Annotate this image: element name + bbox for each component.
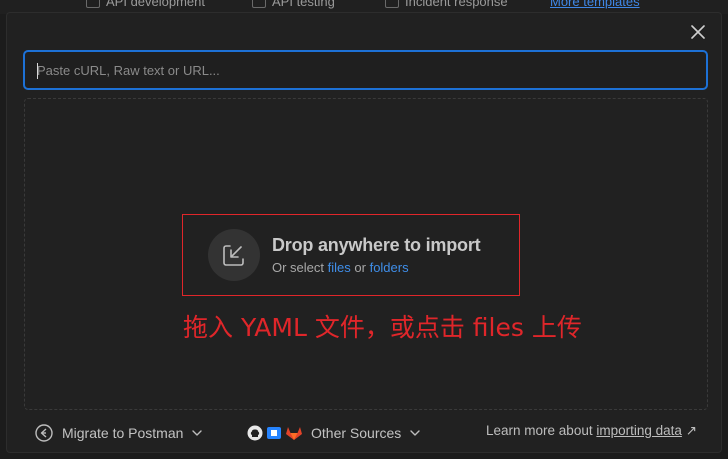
select-folders-link[interactable]: folders [370,260,409,275]
template-icon [385,0,399,8]
drop-text: Drop anywhere to import Or select files … [272,235,481,275]
external-link-icon: ↗ [685,423,697,438]
github-icon [247,425,263,441]
importing-data-link[interactable]: importing data [596,423,682,438]
more-templates-link[interactable]: More templates [550,0,640,10]
template-chip-api-development[interactable]: API development [86,0,205,10]
import-url-input[interactable] [23,50,708,90]
template-chip-api-testing[interactable]: API testing [252,0,335,10]
other-sources-button[interactable]: Other Sources [247,422,421,444]
chevron-down-icon [410,430,420,436]
screen: API development API testing Incident res… [0,0,728,459]
drop-prompt: Drop anywhere to import Or select files … [208,229,481,281]
gitlab-icon [286,427,302,440]
template-icon [86,0,100,8]
drop-subtitle: Or select files or folders [272,260,409,275]
chevron-down-icon [192,430,203,436]
template-chip-incident-response[interactable]: Incident response [385,0,508,10]
select-files-link[interactable]: files [328,260,351,275]
migrate-icon [35,424,53,442]
import-modal: Drop anywhere to import Or select files … [6,12,722,453]
close-button[interactable] [687,21,709,43]
migrate-to-postman-button[interactable]: Migrate to Postman [34,422,203,444]
template-icon [252,0,266,8]
import-icon [208,229,260,281]
close-icon [691,25,705,39]
text-caret [37,63,38,79]
drop-title: Drop anywhere to import [272,235,481,255]
annotation-text: 拖入 YAML 文件，或点击 files 上传 [183,313,582,342]
source-logos [247,425,303,441]
learn-more-text: Learn more about importing data ↗ [486,423,697,438]
bitbucket-icon [267,427,281,439]
